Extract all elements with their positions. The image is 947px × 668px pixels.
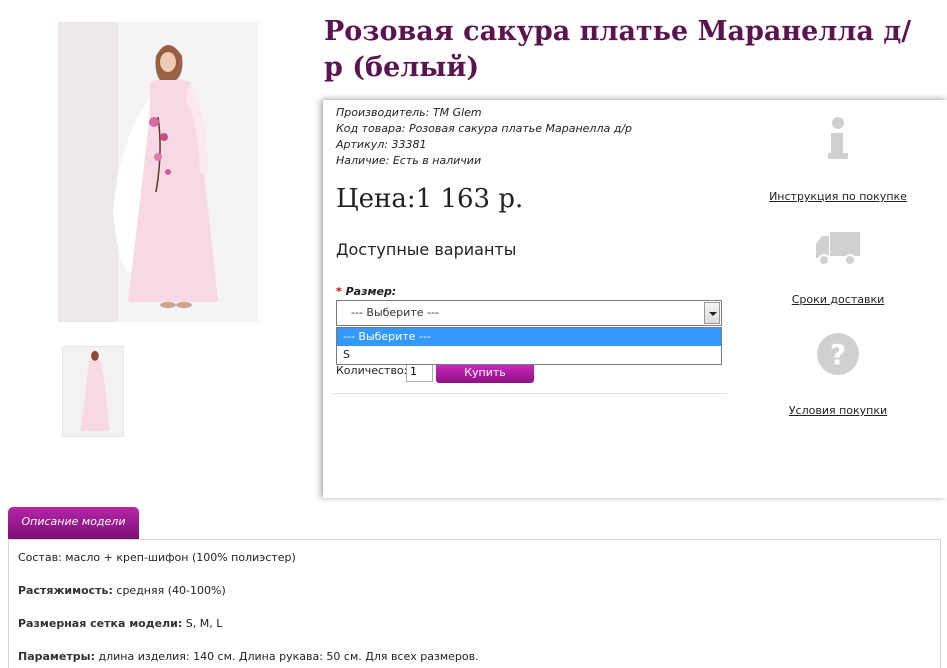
tab-description[interactable]: Описание модели: [8, 507, 139, 539]
size-dropdown-list: --- Выберите --- S: [336, 327, 722, 365]
sizes-line: Размерная сетка модели: S, M, L: [18, 617, 223, 630]
info-icon: [828, 117, 848, 159]
size-label: * Размер:: [336, 285, 397, 298]
divider: [333, 393, 727, 394]
composition-line: Состав: масло + креп-шифон (100% полиэст…: [18, 551, 296, 564]
product-thumbnail[interactable]: [62, 346, 124, 437]
product-price: Цена:1 163 р.: [336, 184, 524, 214]
manufacturer-value[interactable]: TM Glem: [433, 106, 482, 119]
chevron-down-icon[interactable]: [704, 302, 720, 324]
instruction-link[interactable]: Инструкция по покупке: [748, 190, 928, 203]
product-info-panel: Производитель: TM Glem Код товара: Розов…: [323, 100, 947, 498]
truck-icon: [816, 232, 860, 266]
conditions-block: ? Условия покупки: [748, 332, 928, 417]
product-title: Розовая сакура платье Маранелла д/р (бел…: [324, 16, 912, 83]
params-line: Параметры: длина изделия: 140 см. Длина …: [18, 650, 479, 663]
svg-text:?: ?: [830, 338, 846, 371]
size-select-value: --- Выберите ---: [351, 306, 439, 319]
code-label: Код товара:: [336, 122, 406, 135]
required-mark: *: [336, 285, 342, 298]
question-icon: ?: [817, 333, 859, 375]
product-main-image[interactable]: [58, 22, 258, 322]
stock-value: Есть в наличии: [392, 154, 482, 167]
description-content: Состав: масло + креп-шифон (100% полиэст…: [8, 539, 941, 668]
conditions-link[interactable]: Условия покупки: [748, 404, 928, 417]
code-value: Розовая сакура платье Маранелла д/р: [408, 122, 633, 135]
stretch-line: Растяжимость: средняя (40-100%): [18, 584, 226, 597]
sku-label: Артикул:: [336, 138, 388, 151]
instruction-block: Инструкция по покупке: [748, 116, 928, 203]
delivery-block: Сроки доставки: [748, 228, 928, 306]
size-select[interactable]: --- Выберите ---: [336, 300, 722, 326]
sku-value: 33381: [391, 138, 427, 151]
size-option-placeholder[interactable]: --- Выберите ---: [337, 328, 721, 346]
delivery-link[interactable]: Сроки доставки: [748, 293, 928, 306]
variants-heading: Доступные варианты: [336, 240, 517, 259]
manufacturer-label: Производитель:: [336, 106, 430, 119]
stock-label: Наличие:: [336, 154, 390, 167]
quantity-label: Количество:: [336, 364, 408, 377]
size-option-s[interactable]: S: [337, 346, 721, 364]
product-meta: Производитель: TM Glem Код товара: Розов…: [336, 105, 632, 169]
